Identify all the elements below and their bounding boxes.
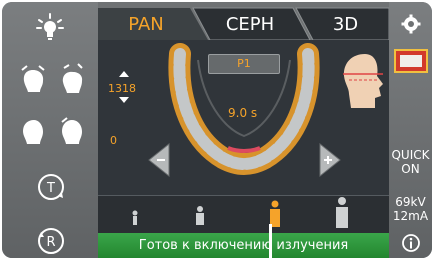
scan-time: 9.0 s [228, 106, 258, 120]
slider-marker[interactable] [269, 224, 272, 258]
head-profile-icon [335, 50, 385, 110]
tab-ceph[interactable]: CEPH [202, 10, 298, 40]
timer-icon[interactable]: T [36, 172, 66, 202]
patient-size-slider[interactable] [98, 195, 389, 234]
light-icon[interactable] [35, 12, 65, 42]
right-sidebar: QUICK ON 69kV 12mA [389, 2, 432, 258]
reset-icon[interactable]: R [36, 226, 66, 256]
status-bar: Готов к включению излучения [98, 233, 389, 258]
monitor-image-icon[interactable] [394, 49, 428, 75]
patient-large-icon[interactable] [335, 197, 349, 229]
arrow-left-button[interactable] [147, 142, 171, 178]
svg-text:T: T [46, 181, 55, 196]
patient-small-icon[interactable] [195, 206, 205, 226]
exposure-ma: 12mA [392, 209, 429, 223]
settings-icon[interactable] [401, 14, 421, 34]
height-zero: 0 [110, 134, 117, 147]
info-icon[interactable] [401, 233, 421, 253]
exposure-settings[interactable]: 69kV 12mA [389, 195, 432, 223]
program-button[interactable]: P1 [208, 54, 280, 74]
exposure-kv: 69kV [395, 195, 426, 209]
mode-tabs: PAN CEPH 3D [98, 2, 389, 40]
height-value: 1318 [108, 82, 136, 95]
app-window: T R PAN CEPH 3D P1 1318 0 9.0 s Готов к … [2, 2, 432, 258]
left-sidebar: T R [2, 2, 98, 258]
svg-text:R: R [46, 235, 55, 250]
arrow-right-button[interactable] [318, 142, 342, 178]
patient-child-icon[interactable] [131, 210, 139, 226]
main-panel: PAN CEPH 3D P1 1318 0 9.0 s Готов к вклю… [98, 2, 389, 258]
tab-3d[interactable]: 3D [302, 10, 389, 40]
quick-mode-toggle[interactable]: QUICK ON [389, 148, 432, 176]
tab-pan[interactable]: PAN [98, 10, 194, 40]
head-rotate-left-icon[interactable] [18, 116, 48, 148]
arch-viewport: P1 1318 0 9.0 s [98, 40, 389, 195]
head-rotate-right-icon[interactable] [56, 116, 88, 148]
quick-mode-line2: ON [401, 162, 420, 176]
head-position-upright-icon[interactable] [18, 62, 48, 96]
quick-mode-line1: QUICK [391, 148, 430, 162]
head-tilt-icon[interactable] [56, 62, 88, 96]
